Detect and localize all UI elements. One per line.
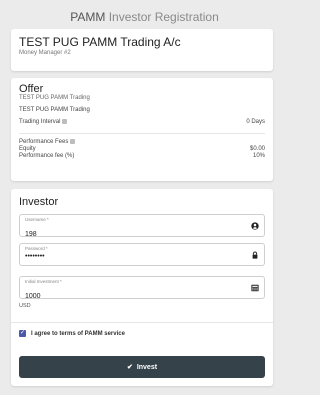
trading-interval-value: 0 Days — [246, 119, 265, 125]
offer-heading: Offer — [19, 83, 44, 95]
investor-card: Investor Username * Password * •••••••• … — [11, 189, 273, 386]
trading-interval-label: Trading Interval — [19, 119, 61, 126]
offer-name: TEST PUG PAMM Trading — [19, 107, 90, 113]
performance-fees-label-wrap: Performance Fees — [19, 139, 76, 146]
user-circle-icon — [251, 222, 259, 230]
invest-button[interactable]: ✔ Invest — [19, 356, 265, 378]
investor-heading: Investor — [19, 196, 59, 208]
offer-card: Offer TEST PUG PAMM Trading TEST PUG PAM… — [11, 78, 273, 181]
page-title-rest: Investor Registration — [108, 10, 219, 24]
page-title-main: PAMM — [70, 10, 106, 24]
performance-fees-label: Performance Fees — [19, 139, 69, 146]
info-icon[interactable] — [70, 139, 76, 145]
password-input[interactable]: •••••••• — [25, 252, 225, 262]
check-icon: ✔ — [126, 364, 133, 371]
agree-label: I agree to terms of PAMM service — [31, 330, 125, 337]
trading-interval-row: Trading Interval 0 Days — [19, 119, 265, 125]
lock-icon — [252, 251, 258, 259]
username-field[interactable]: Username * — [19, 214, 265, 240]
performance-fees-row: Performance Fees — [19, 139, 265, 145]
performance-fee-row: Performance fee (%) 10% — [19, 153, 265, 159]
password-field[interactable]: Password * •••••••• — [19, 243, 265, 266]
equity-value: $0.00 — [249, 146, 265, 153]
currency-label: USD — [19, 303, 31, 309]
initial-investment-input[interactable] — [25, 292, 225, 302]
account-manager: Money Manager #2 — [19, 50, 71, 56]
offer-divider — [19, 133, 265, 135]
offer-subtitle: TEST PUG PAMM Trading — [19, 95, 90, 101]
username-input[interactable] — [25, 230, 225, 240]
account-card: TEST PUG PAMM Trading A/c Money Manager … — [11, 29, 273, 71]
check-icon: ✓ — [19, 330, 26, 336]
page-title: PAMM Investor Registration — [0, 10, 289, 24]
initial-investment-label: Initial Investment * — [25, 279, 62, 284]
calculator-icon — [251, 284, 259, 292]
initial-investment-field[interactable]: Initial Investment * — [19, 276, 265, 302]
agree-checkbox[interactable]: ✓ — [19, 330, 26, 337]
info-icon[interactable] — [62, 119, 68, 124]
username-label: Username * — [25, 217, 49, 222]
performance-fee-value: 10% — [252, 153, 265, 160]
agree-row[interactable]: ✓ I agree to terms of PAMM service — [11, 322, 273, 344]
account-name: TEST PUG PAMM Trading A/c — [19, 35, 181, 49]
invest-label: Invest — [136, 363, 158, 371]
investor-form: Investor Username * Password * •••••••• … — [11, 189, 273, 309]
equity-row: Equity $0.00 — [19, 146, 265, 152]
performance-fee-label: Performance fee (%) — [19, 153, 75, 160]
equity-label: Equity — [19, 146, 36, 153]
trading-interval-label-wrap: Trading Interval — [19, 119, 68, 126]
